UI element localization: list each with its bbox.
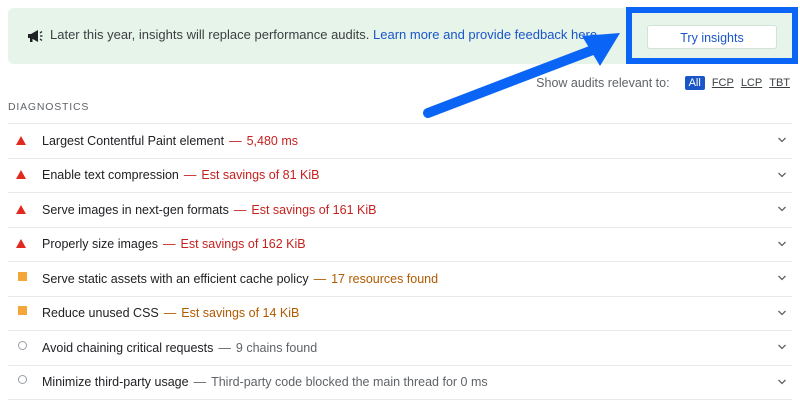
chevron-down-icon[interactable] [778,344,786,350]
try-insights-button[interactable]: Try insights [647,25,777,49]
audit-row[interactable]: Enable text compression — Est savings of… [8,158,792,193]
audit-row[interactable]: Reduce unused CSS — Est savings of 14 Ki… [8,296,792,331]
audit-title: Serve images in next-gen formats [42,203,229,217]
audit-detail: 9 chains found [236,341,317,355]
audit-title: Largest Contentful Paint element [42,134,224,148]
warn-icon [16,272,30,286]
fail-icon [16,237,30,251]
separator: — [164,306,177,320]
audit-list: Largest Contentful Paint element — 5,480… [8,123,792,400]
fail-icon [16,203,30,217]
audit-detail: 5,480 ms [247,134,298,148]
chevron-down-icon[interactable] [778,206,786,212]
audit-title: Reduce unused CSS [42,306,159,320]
filter-fcp[interactable]: FCP [712,77,734,89]
separator: — [229,134,242,148]
separator: — [218,341,231,355]
separator: — [184,168,197,182]
audit-detail: Est savings of 161 KiB [251,203,376,217]
filter-label: Show audits relevant to: [536,76,669,90]
info-icon [16,341,30,355]
audit-detail: Third-party code blocked the main thread… [211,375,488,389]
chevron-down-icon[interactable] [778,310,786,316]
audit-detail: Est savings of 81 KiB [201,168,319,182]
learn-more-link[interactable]: Learn more and provide feedback here. [373,27,601,42]
filter-all[interactable]: All [685,76,705,90]
separator: — [194,375,207,389]
info-icon [16,375,30,389]
audit-row[interactable]: Properly size images — Est savings of 16… [8,227,792,262]
audit-detail: 17 resources found [331,272,438,286]
audit-detail: Est savings of 162 KiB [181,237,306,251]
audit-detail: Est savings of 14 KiB [181,306,299,320]
separator: — [234,203,247,217]
audit-title: Serve static assets with an efficient ca… [42,272,309,286]
audit-row[interactable]: Serve images in next-gen formats — Est s… [8,192,792,227]
filter-lcp[interactable]: LCP [741,77,762,89]
fail-icon [16,168,30,182]
chevron-down-icon[interactable] [778,172,786,178]
section-title: DIAGNOSTICS [8,101,89,113]
audit-filter: Show audits relevant to: All FCP LCP TBT [536,76,790,90]
filter-tbt[interactable]: TBT [769,77,790,89]
audit-title: Enable text compression [42,168,179,182]
audit-row[interactable]: Largest Contentful Paint element — 5,480… [8,123,792,158]
separator: — [163,237,176,251]
chevron-down-icon[interactable] [778,137,786,143]
banner-text: Later this year, insights will replace p… [50,27,369,42]
audit-title: Properly size images [42,237,158,251]
chevron-down-icon[interactable] [778,241,786,247]
megaphone-icon [26,28,44,44]
fail-icon [16,134,30,148]
try-insights-highlight: Try insights [626,7,798,64]
audit-title: Minimize third-party usage [42,375,189,389]
banner-message: Later this year, insights will replace p… [50,27,601,42]
chevron-down-icon[interactable] [778,379,786,385]
audit-row[interactable]: Serve static assets with an efficient ca… [8,261,792,296]
warn-icon [16,306,30,320]
audit-row[interactable]: Avoid chaining critical requests — 9 cha… [8,330,792,365]
audit-title: Avoid chaining critical requests [42,341,213,355]
chevron-down-icon[interactable] [778,275,786,281]
separator: — [314,272,327,286]
audit-row[interactable]: Minimize third-party usage — Third-party… [8,365,792,400]
